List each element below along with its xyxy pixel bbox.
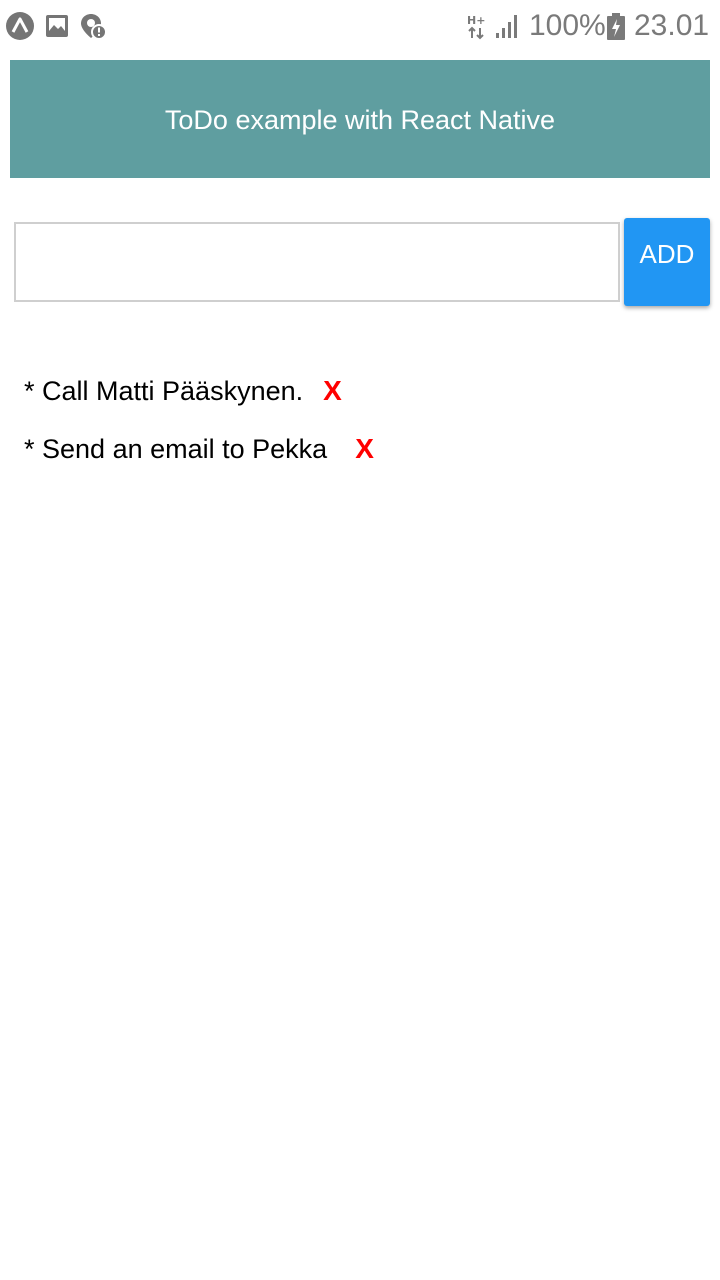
battery-percentage: 100%: [529, 9, 606, 42]
todo-input[interactable]: [14, 222, 620, 302]
signal-strength-icon: [496, 15, 517, 38]
location-alert-icon: [81, 14, 107, 40]
network-type-icon: H+: [467, 14, 485, 40]
delete-button[interactable]: X: [323, 375, 342, 407]
add-button[interactable]: ADD: [624, 218, 710, 306]
battery-charging-icon: [607, 13, 625, 40]
expo-icon: [6, 12, 34, 40]
gallery-icon: [46, 15, 68, 37]
todo-item: * Call Matti Pääskynen. X: [24, 362, 374, 420]
todo-item: * Send an email to Pekka X: [24, 420, 374, 478]
svg-text:H+: H+: [467, 14, 485, 27]
app-header: ToDo example with React Native: [10, 60, 710, 178]
todo-list: * Call Matti Pääskynen. X * Send an emai…: [24, 362, 374, 478]
todo-text: * Call Matti Pääskynen.: [24, 375, 304, 406]
page-title: ToDo example with React Native: [164, 104, 556, 135]
delete-button[interactable]: X: [355, 433, 374, 465]
clock: 23.01: [634, 9, 710, 42]
todo-text: * Send an email to Pekka: [24, 433, 328, 464]
status-bar: H+ 100% 23.01: [0, 0, 720, 50]
